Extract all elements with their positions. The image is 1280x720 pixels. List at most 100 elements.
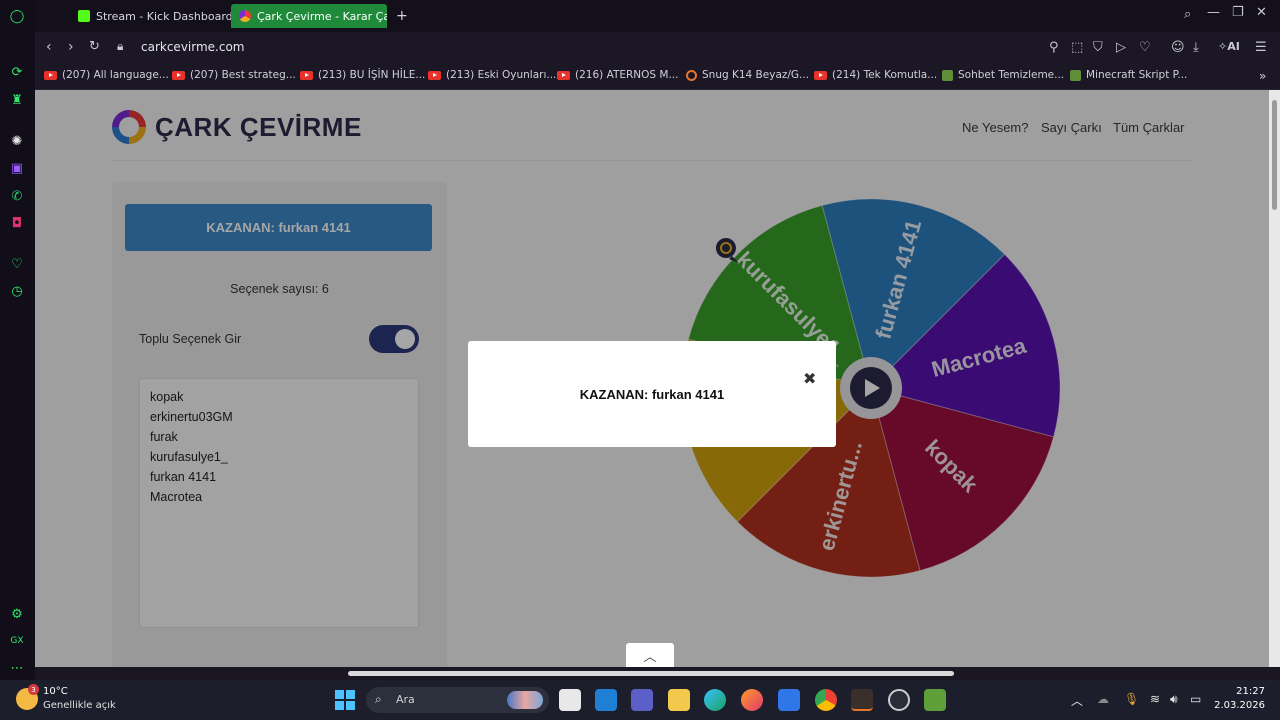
wifi-icon[interactable]: ≋ [1150, 692, 1160, 706]
bookmark-label: Minecraft Skript P... [1086, 69, 1188, 81]
close-icon[interactable]: ✖ [803, 369, 816, 388]
bookmark-item[interactable]: (213) Eski Oyunları... [428, 69, 556, 81]
bookmark-label: (207) All language... [62, 69, 169, 81]
youtube-icon [300, 70, 313, 80]
chrome-icon[interactable] [815, 689, 837, 711]
bookmark-item[interactable]: Sohbet Temizleme... [942, 69, 1064, 81]
address-bar: ‹ › ↻ 🔒︎ carkcevirme.com ⚲ ⬚ ⛉ ▷ ♡ ☺ ⤓ ✧… [35, 32, 1280, 63]
shield-icon[interactable]: ⛉ [1093, 40, 1103, 55]
bookmarks-overflow-icon[interactable]: » [1259, 69, 1266, 83]
task-view-icon[interactable] [559, 689, 581, 711]
maximize-icon[interactable]: ❐ [1232, 5, 1244, 20]
back-icon[interactable]: ‹ [46, 39, 52, 55]
tab-kick[interactable]: Stream - Kick Dashboard [70, 4, 248, 28]
minecraft-icon [942, 69, 953, 81]
player-icon[interactable]: ▷ [1116, 40, 1126, 55]
minimize-icon[interactable]: — [1207, 5, 1220, 20]
url-field[interactable]: carkcevirme.com [141, 40, 245, 54]
gx-control-icon[interactable]: ⟳ [8, 63, 26, 81]
pin-icon[interactable]: ⚲ [1049, 40, 1059, 55]
bookmark-item[interactable]: (216) ATERNOS M... [557, 69, 678, 81]
collapse-up-button[interactable]: ︿ [626, 643, 674, 667]
kick-icon [78, 10, 90, 22]
download-icon[interactable]: ⤓ [1193, 40, 1199, 55]
edge-icon[interactable] [704, 689, 726, 711]
weather-desc[interactable]: Genellikle açık [43, 700, 116, 711]
taskbar: 3 10°C Genellikle açık ⌕ Ara ︿ ☁ 🎙︎ ≋ 🔊︎… [0, 680, 1280, 720]
bookmark-label: Sohbet Temizleme... [958, 69, 1065, 81]
page-viewport: ÇARK ÇEVİRME Ne Yesem? Sayı Çarkı Tüm Ça… [35, 90, 1280, 667]
settings-icon[interactable]: ⚙ [8, 605, 26, 623]
menu-icon[interactable]: ☰ [1255, 40, 1267, 55]
start-button[interactable] [335, 690, 355, 710]
forward-icon[interactable]: › [68, 39, 74, 55]
history-icon[interactable]: ◷ [8, 282, 26, 300]
teams-icon[interactable] [631, 689, 653, 711]
heart-icon[interactable]: ♡ [8, 255, 26, 273]
account-icon[interactable]: ☺ [1171, 40, 1185, 55]
firefox-icon[interactable] [741, 689, 763, 711]
bookmark-item[interactable]: (214) Tek Komutla... [814, 69, 937, 81]
gx-corner-icon[interactable]: ♜ [8, 91, 26, 109]
bookmark-label: (207) Best strateg... [190, 69, 296, 81]
gx-icon[interactable]: GX [8, 632, 26, 650]
bookmark-label: (213) Eski Oyunları... [446, 69, 557, 81]
tray-overflow-icon[interactable]: ︿ [1071, 692, 1083, 709]
chatgpt-icon[interactable]: ✺ [8, 132, 26, 150]
dropbox-icon[interactable] [778, 689, 800, 711]
taskbar-search[interactable]: ⌕ Ara [366, 687, 549, 713]
scrollbar-thumb[interactable] [1272, 100, 1277, 210]
scrollbar-thumb[interactable] [348, 671, 954, 676]
twitch-icon[interactable]: ▣ [8, 159, 26, 177]
youtube-icon [428, 70, 441, 80]
opera-logo-icon[interactable]: ◯ [8, 7, 26, 25]
microphone-icon[interactable]: 🎙︎ [1124, 692, 1139, 706]
youtube-icon [172, 70, 185, 80]
chevron-up-icon: ︿ [643, 649, 657, 665]
clock-time[interactable]: 21:27 [1221, 686, 1265, 697]
instagram-icon[interactable]: ◘ [8, 214, 26, 232]
tab-label: Çark Çevirme - Karar Çark [257, 9, 387, 23]
bookmark-item[interactable]: Minecraft Skript P... [1070, 69, 1187, 81]
bookmark-item[interactable]: (213) BU İŞİN HİLE... [300, 69, 425, 81]
tab-strip: Stream - Kick Dashboard Çark Çevirme - K… [35, 0, 1280, 32]
bookmark-item[interactable]: (207) All language... [44, 69, 169, 81]
close-icon[interactable]: ✕ [1256, 5, 1267, 20]
site-icon [686, 69, 697, 81]
bookmark-label: (216) ATERNOS M... [575, 69, 679, 81]
minecraft-launcher-icon[interactable] [924, 689, 946, 711]
youtube-icon [44, 70, 57, 80]
sidebar-rail: ◯ ⟳ ♜ ✺ ▣ ✆ ◘ ♡ ◷ ⚙ GX ⋯ [0, 0, 35, 680]
volume-icon[interactable]: 🔊︎ [1170, 692, 1178, 707]
horizontal-scrollbar[interactable] [35, 667, 1280, 680]
battery-icon[interactable]: ▭ [1190, 692, 1201, 706]
search-icon: ⌕ [375, 692, 382, 706]
bookmark-label: Snug K14 Beyaz/G... [702, 69, 810, 81]
tab-cark-cevirme[interactable]: Çark Çevirme - Karar Çark [231, 4, 387, 28]
lock-icon: 🔒︎ [117, 39, 124, 53]
bookmark-label: (214) Tek Komutla... [832, 69, 938, 81]
bookmarks-bar: (207) All language... (207) Best strateg… [35, 63, 1280, 90]
file-explorer-icon[interactable] [668, 689, 690, 711]
app-icon[interactable] [595, 689, 617, 711]
obs-icon[interactable] [888, 689, 910, 711]
onedrive-icon[interactable]: ☁ [1097, 692, 1109, 706]
new-tab-button[interactable]: + [388, 4, 416, 28]
more-icon[interactable]: ⋯ [8, 659, 26, 677]
vertical-scrollbar[interactable] [1269, 90, 1280, 667]
weather-temp[interactable]: 10°C [43, 686, 68, 697]
search-highlight-image [507, 691, 543, 709]
winner-modal: KAZANAN: furkan 4141 ✖ [468, 341, 836, 447]
ai-button[interactable]: ✧AI [1218, 40, 1240, 53]
clock-date[interactable]: 2.03.2026 [1211, 700, 1265, 711]
search-icon[interactable]: ⌕ [1184, 7, 1191, 22]
favorites-icon[interactable]: ♡ [1139, 40, 1151, 55]
snapshot-icon[interactable]: ⬚ [1071, 40, 1083, 55]
search-placeholder: Ara [396, 693, 415, 706]
bookmark-item[interactable]: Snug K14 Beyaz/G... [686, 69, 809, 81]
opera-gx-icon[interactable] [851, 689, 873, 711]
bookmark-item[interactable]: (207) Best strateg... [172, 69, 296, 81]
reload-icon[interactable]: ↻ [89, 39, 100, 54]
whatsapp-icon[interactable]: ✆ [8, 187, 26, 205]
cark-favicon-icon [239, 10, 251, 22]
